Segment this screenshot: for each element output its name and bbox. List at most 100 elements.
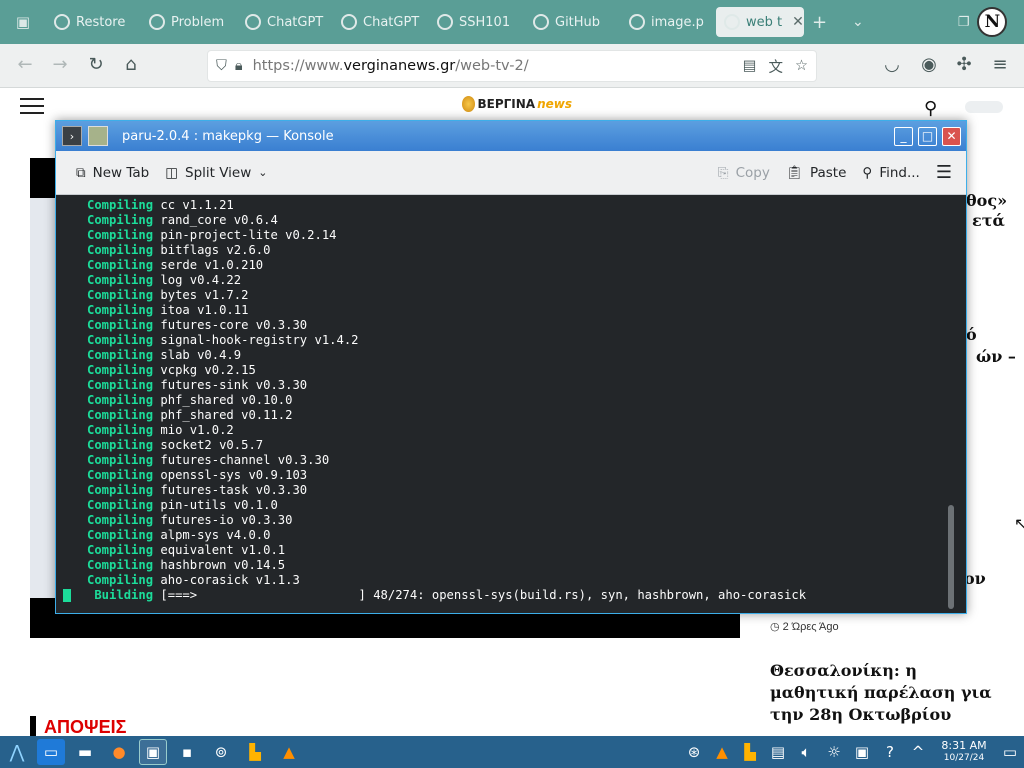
copy-button[interactable]: ⎘ Copy bbox=[710, 158, 778, 188]
github-icon bbox=[533, 14, 549, 30]
build-progress-line: Building [===> ] 48/274: openssl-sys(bui… bbox=[63, 588, 966, 603]
peek-desktop-icon[interactable]: ▭ bbox=[999, 739, 1021, 765]
terminal-app-icon[interactable]: ▪ bbox=[173, 739, 201, 765]
close-tab-icon[interactable]: ✕ bbox=[792, 14, 804, 30]
split-view-button[interactable]: ◫ Split View ⌄ bbox=[157, 158, 275, 188]
article-fragment[interactable]: ετά bbox=[972, 210, 1005, 232]
find-button[interactable]: ⚲ Find... bbox=[854, 158, 927, 188]
vlc-icon[interactable]: ▲ bbox=[275, 739, 303, 765]
browser-tab[interactable]: web t ✕ bbox=[716, 7, 804, 37]
show-desktop-icon[interactable]: ▭ bbox=[37, 739, 65, 765]
pin-icon[interactable] bbox=[88, 126, 108, 146]
tab-list-chevron-icon[interactable]: ⌄ bbox=[852, 14, 864, 30]
help-icon[interactable]: ? bbox=[879, 739, 901, 765]
reload-icon[interactable]: ↻ bbox=[84, 54, 108, 75]
crate-name: pin-utils v0.1.0 bbox=[160, 498, 278, 512]
account-icon[interactable]: ◉ bbox=[917, 54, 941, 75]
notifications-icon[interactable]: ⊛ bbox=[683, 739, 705, 765]
crate-name: vcpkg v0.2.15 bbox=[160, 363, 256, 377]
browser-tab[interactable]: Problem bbox=[141, 7, 237, 37]
new-tab-icon[interactable]: + bbox=[812, 12, 838, 33]
paste-button[interactable]: 📋︎ Paste bbox=[778, 158, 855, 188]
konsole-titlebar[interactable]: › paru-2.0.4 : makepkg — Konsole _ □ ✕ bbox=[56, 121, 966, 151]
url-bar[interactable]: ⛉ 🔒︎ https://www. verginanews.gr/web-tv-2… bbox=[207, 50, 817, 82]
clock-icon: ◷ bbox=[770, 621, 783, 633]
konsole-task-icon[interactable]: ▣ bbox=[139, 739, 167, 765]
article-fragment[interactable]: θος» bbox=[966, 190, 1007, 212]
tab-overview-icon[interactable]: ▣ bbox=[3, 9, 43, 35]
clipboard-icon[interactable]: ▤ bbox=[767, 739, 789, 765]
article-time: ◷ 2 Ώρες Άgo bbox=[770, 621, 839, 633]
page-action-icon[interactable]: ▤ bbox=[743, 58, 757, 74]
crate-name: phf_shared v0.11.2 bbox=[160, 408, 293, 422]
compiling-keyword: Compiling bbox=[87, 363, 154, 377]
konsole-app-icon[interactable]: › bbox=[62, 126, 82, 146]
hamburger-menu-icon[interactable]: ☰ bbox=[928, 158, 960, 188]
app-launcher-icon[interactable]: ⋀ bbox=[3, 739, 31, 765]
menu-icon[interactable]: ≡ bbox=[988, 54, 1012, 75]
article-fragment[interactable]: ό bbox=[966, 324, 977, 346]
copy-icon: ⎘ bbox=[717, 164, 729, 181]
browser-tab[interactable]: ChatGPT bbox=[333, 7, 429, 37]
tray-expand-icon[interactable]: ^ bbox=[907, 739, 929, 765]
compiling-keyword: Compiling bbox=[87, 228, 154, 242]
back-icon[interactable]: ← bbox=[13, 54, 37, 75]
compiling-keyword: Compiling bbox=[87, 483, 154, 497]
section-heading[interactable]: ΑΠΟΨΕΙΣ bbox=[30, 716, 126, 738]
terminal-task-icon[interactable]: ▬ bbox=[71, 739, 99, 765]
clock[interactable]: 8:31 AM 10/27/24 bbox=[932, 740, 996, 764]
crate-name: futures-channel v0.3.30 bbox=[160, 453, 330, 467]
site-menu-icon[interactable] bbox=[20, 98, 44, 114]
maximize-icon[interactable]: □ bbox=[918, 126, 937, 146]
terminal-output[interactable]: Compiling cc v1.1.21 Compiling rand_core … bbox=[56, 195, 966, 613]
tab-label: web t bbox=[746, 14, 783, 30]
browser-tab[interactable]: SSH101 bbox=[429, 7, 525, 37]
browser-tab[interactable]: Restore bbox=[46, 7, 141, 37]
web-tv-icon bbox=[724, 14, 740, 30]
article-fragment[interactable]: ών – bbox=[976, 346, 1016, 368]
save-icon[interactable]: ▣ bbox=[851, 739, 873, 765]
terminal-line: Compiling vcpkg v0.2.15 bbox=[87, 363, 966, 378]
close-icon[interactable]: ✕ bbox=[942, 126, 961, 146]
site-toggle[interactable] bbox=[965, 101, 1003, 113]
new-tab-button[interactable]: ⧉ New Tab bbox=[68, 158, 157, 188]
browser-tab-strip: ▣ Restore Problem ChatGPT ChatGPT SSH101 GitH… bbox=[0, 0, 1024, 44]
tab-label: ChatGPT bbox=[363, 14, 420, 30]
browser-tab[interactable]: ChatGPT bbox=[237, 7, 333, 37]
browser-tab[interactable]: GitHub bbox=[525, 7, 621, 37]
extensions-icon[interactable]: ✣ bbox=[952, 54, 976, 75]
crate-name: hashbrown v0.14.5 bbox=[160, 558, 286, 572]
firefox-icon[interactable]: ● bbox=[105, 739, 133, 765]
brightness-icon[interactable]: ☼ bbox=[823, 739, 845, 765]
article-headline[interactable]: Θεσσαλονίκη: η μαθητική παρέλαση για την… bbox=[770, 660, 1010, 726]
site-search-icon[interactable]: ⚲ bbox=[924, 98, 937, 119]
volume-icon[interactable]: 🔈︎ bbox=[795, 739, 817, 765]
home-icon[interactable]: ⌂ bbox=[119, 54, 143, 75]
paste-icon: 📋︎ bbox=[785, 164, 803, 181]
forward-icon[interactable]: → bbox=[48, 54, 72, 75]
site-logo[interactable]: ΒΕΡΓΙΝΑ news bbox=[462, 88, 572, 120]
compiling-keyword: Compiling bbox=[87, 348, 154, 362]
url-scheme: https://www. bbox=[252, 58, 344, 74]
browser-tab[interactable]: image.p bbox=[621, 7, 716, 37]
crate-name: mio v1.0.2 bbox=[160, 423, 234, 437]
translate-icon[interactable]: 文 bbox=[769, 56, 784, 77]
restore-window-icon[interactable]: ❐ bbox=[958, 15, 970, 30]
crate-name: futures-io v0.3.30 bbox=[160, 513, 293, 527]
bookmark-star-icon[interactable]: ☆ bbox=[795, 58, 808, 74]
profile-avatar[interactable]: N bbox=[977, 7, 1008, 37]
shield-icon[interactable]: ⛉ bbox=[216, 58, 227, 74]
lock-icon[interactable]: 🔒︎ bbox=[235, 58, 243, 74]
terminal-scrollbar[interactable] bbox=[948, 505, 954, 609]
discover-icon[interactable]: ⊚ bbox=[207, 739, 235, 765]
files-tray-icon[interactable]: ▙ bbox=[739, 739, 761, 765]
vlc-tray-icon[interactable]: ▲ bbox=[711, 739, 733, 765]
terminal-line: Compiling socket2 v0.5.7 bbox=[87, 438, 966, 453]
pocket-icon[interactable]: ◡ bbox=[880, 54, 904, 75]
files-icon[interactable]: ▙ bbox=[241, 739, 269, 765]
minimize-icon[interactable]: _ bbox=[894, 126, 913, 146]
terminal-line: Compiling slab v0.4.9 bbox=[87, 348, 966, 363]
article-fragment[interactable]: ον bbox=[964, 568, 986, 590]
taskbar: ⋀ ▭ ▬ ● ▣ ▪ ⊚ ▙ ▲ ⊛ ▲ ▙ ▤ 🔈︎ ☼ ▣ ? ^ 8:3… bbox=[0, 736, 1024, 768]
video-thumbnail-strip[interactable] bbox=[30, 198, 56, 598]
